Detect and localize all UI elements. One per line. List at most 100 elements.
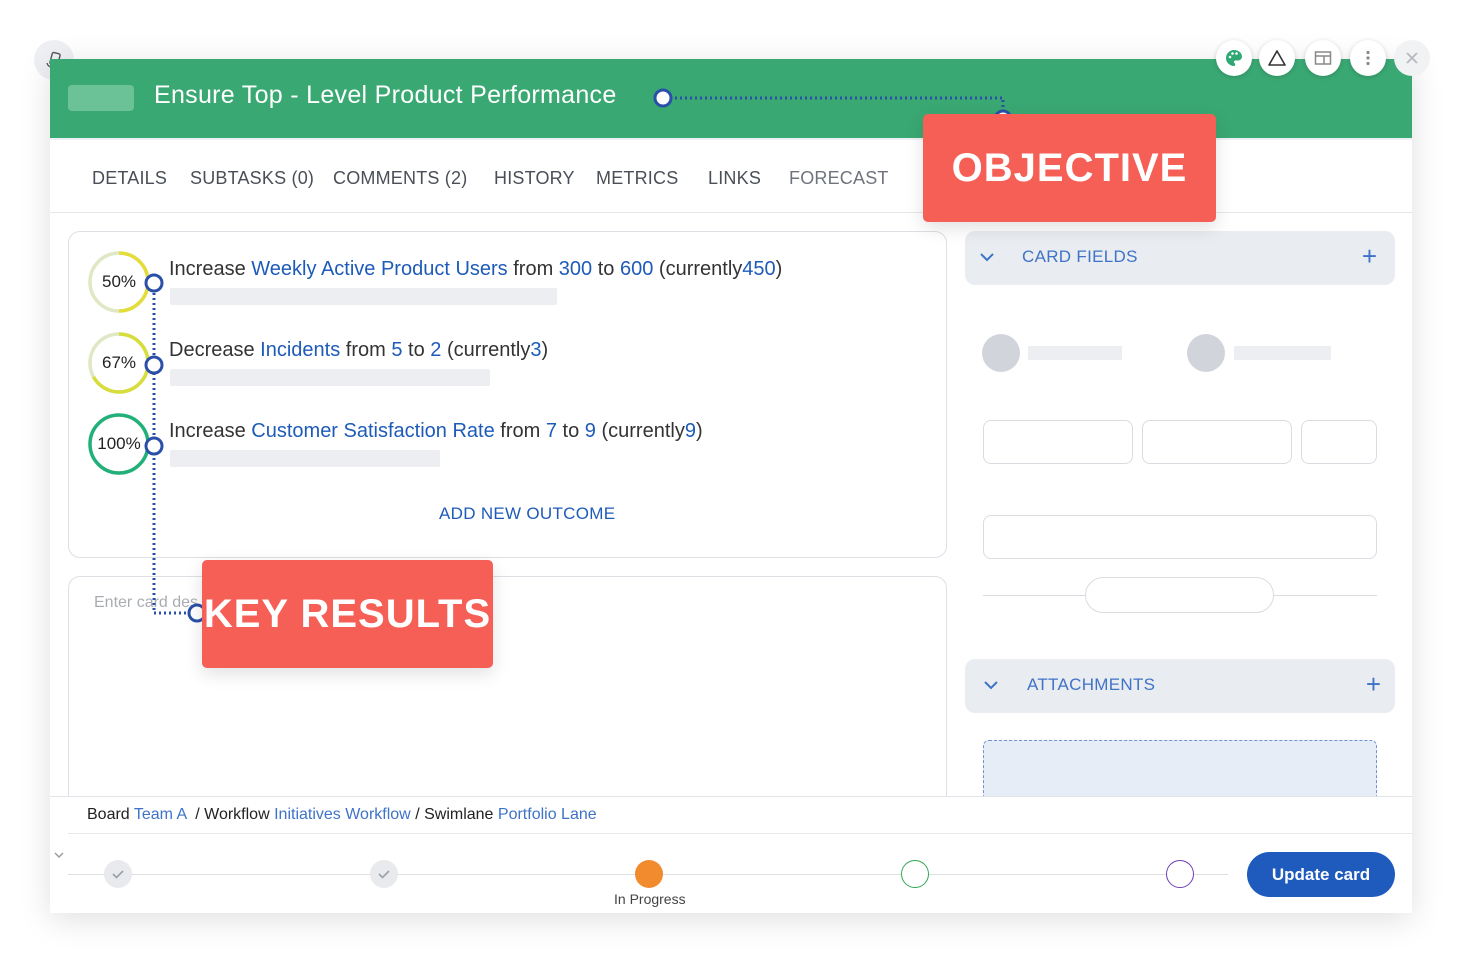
kr-to-value: 2 [430,339,442,361]
card-color-chip[interactable] [68,85,134,111]
check-icon [112,870,124,879]
avatar-placeholder [982,334,1020,372]
palette-button[interactable] [1216,40,1252,76]
chevron-down-icon[interactable] [53,849,65,861]
layout-icon [1314,51,1332,65]
close-icon [1406,52,1418,64]
kr-from-value: 5 [391,339,403,361]
kr-to-word: to [408,339,425,361]
breadcrumb-workflow-link[interactable]: Initiatives Workflow [274,806,411,823]
breadcrumb-workflow-label: Workflow [204,806,270,823]
kr-close-paren: ) [775,258,783,280]
kr-verb: Decrease [169,339,255,361]
key-results-callout: KEY RESULTS [202,560,493,668]
workflow-step-next[interactable] [901,860,929,888]
key-result-row[interactable]: 50% Increase Weekly Active Product Users… [69,251,948,322]
kr-metric-link[interactable]: Weekly Active Product Users [251,258,507,280]
text-placeholder [1028,346,1122,360]
breadcrumb-separator: / [415,806,420,823]
warning-button[interactable] [1259,40,1295,76]
kr-from-word: from [345,339,386,361]
objective-callout: OBJECTIVE [923,114,1216,222]
field-placeholder-box[interactable] [1142,420,1292,464]
key-result-text: Decrease Incidents from 5 to 2 (currentl… [169,339,548,362]
key-result-text: Increase Customer Satisfaction Rate from… [169,420,703,443]
key-result-text: Increase Weekly Active Product Users fro… [169,258,782,281]
kr-placeholder-bar [170,288,557,305]
card-title[interactable]: Ensure Top - Level Product Performance [154,81,617,110]
breadcrumb-separator: / [195,806,200,823]
kr-metric-link[interactable]: Customer Satisfaction Rate [251,420,494,442]
attachments-label: ATTACHMENTS [1027,675,1156,694]
add-attachment-button[interactable]: + [1366,671,1381,697]
update-card-button[interactable]: Update card [1247,852,1395,897]
tab-metrics[interactable]: METRICS [596,168,678,189]
kr-close-paren: ) [541,339,549,361]
kr-current-value: 3 [530,339,542,361]
attachments-section-header[interactable]: ATTACHMENTS + [965,659,1395,713]
tab-details[interactable]: DETAILS [92,168,167,189]
kr-placeholder-bar [170,369,490,386]
kr-verb: Increase [169,258,246,280]
kr-metric-link[interactable]: Incidents [260,339,340,361]
screenshot-stage: Ensure Top - Level Product Performance D… [0,0,1462,963]
tab-comments[interactable]: COMMENTS (2) [333,168,467,189]
workflow-step-current-label: In Progress [614,891,686,907]
progress-percent: 67% [101,353,137,372]
breadcrumb-swimlane-label: Swimlane [424,806,494,823]
add-card-field-button[interactable]: + [1362,243,1377,269]
workflow-step-current[interactable] [635,860,663,888]
progress-percent: 50% [101,272,137,291]
kr-to-word: to [562,420,580,442]
description-placeholder: Enter card des [94,594,199,611]
card-fields-section-header[interactable]: CARD FIELDS + [965,231,1395,285]
field-placeholder-box[interactable] [1301,420,1377,464]
kr-verb: Increase [169,420,246,442]
tab-links[interactable]: LINKS [708,168,761,189]
breadcrumb: Board Team A / Workflow Initiatives Work… [87,806,597,824]
add-new-outcome-button[interactable]: ADD NEW OUTCOME [439,504,615,524]
breadcrumb-board-label: Board [87,806,130,823]
card-fields-label: CARD FIELDS [1022,247,1138,266]
tab-subtasks[interactable]: SUBTASKS (0) [190,168,314,189]
layout-button[interactable] [1305,40,1341,76]
pill-placeholder-button[interactable] [1085,577,1274,613]
check-icon [378,870,390,879]
workflow-step-later[interactable] [1166,860,1194,888]
key-results-panel: 50% Increase Weekly Active Product Users… [68,231,947,558]
palette-icon [1226,50,1242,66]
divider [68,833,1412,834]
kr-currently-word: (currently [446,339,531,361]
kr-from-word: from [500,420,541,442]
key-result-row[interactable]: 67% Decrease Incidents from 5 to 2 (curr… [69,332,948,403]
workflow-step-done[interactable] [104,860,132,888]
progress-percent: 100% [97,434,141,453]
kr-placeholder-bar [170,450,440,467]
kr-from-value: 300 [558,258,593,280]
kr-current-value: 9 [684,420,696,442]
breadcrumb-board-link[interactable]: Team A [134,806,186,823]
field-placeholder-box[interactable] [983,420,1133,464]
kr-from-value: 7 [545,420,557,442]
text-placeholder [1234,346,1331,360]
close-button[interactable] [1394,40,1430,76]
kr-to-word: to [597,258,615,280]
card-footer: Board Team A / Workflow Initiatives Work… [50,796,1412,913]
workflow-step-done[interactable] [370,860,398,888]
field-placeholder-box[interactable] [983,515,1377,559]
tab-history[interactable]: HISTORY [494,168,575,189]
kr-to-value: 600 [619,258,654,280]
kr-from-word: from [513,258,554,280]
chevron-down-icon [980,253,994,262]
tab-forecast[interactable]: FORECAST [789,168,889,189]
more-vertical-icon [1366,50,1370,66]
kr-currently-word: (currently [658,258,743,280]
more-button[interactable] [1350,40,1386,76]
kr-current-value: 450 [742,258,776,280]
avatar-placeholder [1187,334,1225,372]
key-result-row[interactable]: 100% Increase Customer Satisfaction Rate… [69,413,948,484]
breadcrumb-swimlane-link[interactable]: Portfolio Lane [498,806,597,823]
warning-triangle-icon [1268,50,1286,66]
kr-currently-word: (currently [601,420,685,442]
kr-to-value: 9 [584,420,596,442]
